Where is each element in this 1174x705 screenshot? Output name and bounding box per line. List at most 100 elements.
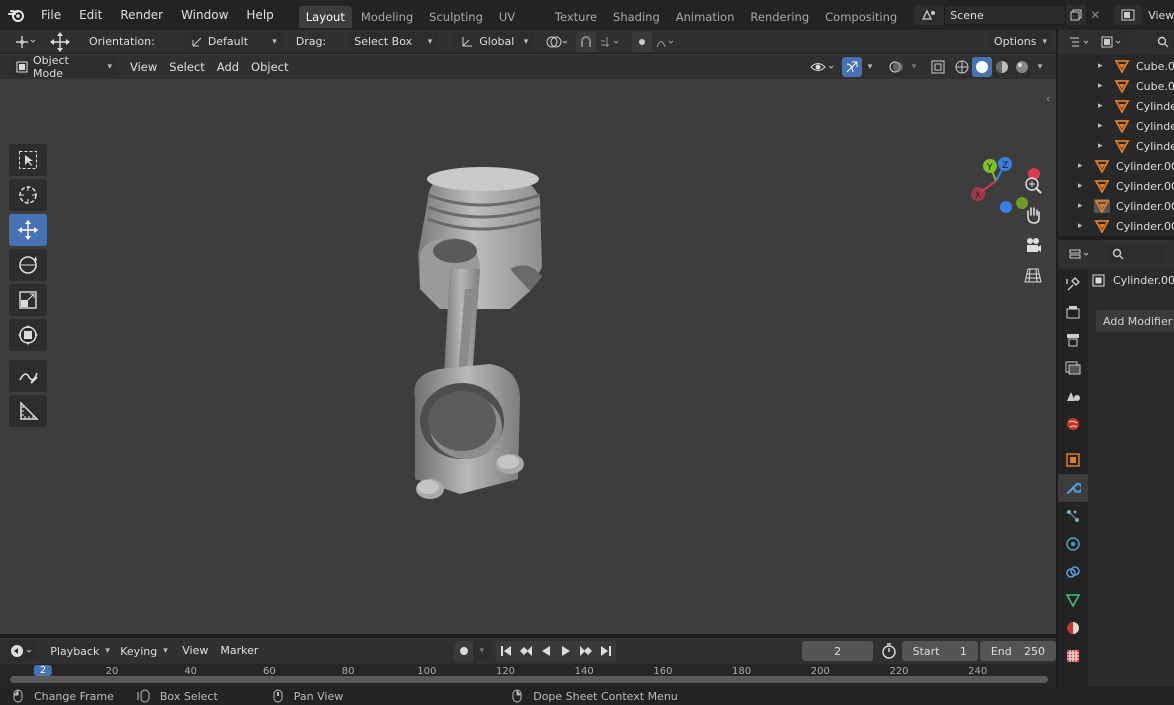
editor-type-icon[interactable]: [1066, 32, 1096, 52]
pivot-point-icon[interactable]: [544, 32, 572, 52]
material-properties-icon[interactable]: [1058, 614, 1088, 642]
play-reverse-icon[interactable]: [536, 641, 557, 661]
tab-shading[interactable]: Shading: [606, 6, 667, 28]
expand-arrow-icon[interactable]: ▸: [1098, 121, 1114, 131]
rendered-shading-icon[interactable]: [1012, 57, 1032, 77]
scene-properties-icon[interactable]: [1058, 382, 1088, 410]
jump-keyframe-forward-icon[interactable]: [576, 641, 597, 661]
tab-compositing[interactable]: Compositing: [818, 6, 904, 28]
new-scene-icon[interactable]: [1066, 5, 1087, 25]
visibility-eye-icon[interactable]: [808, 57, 838, 77]
tab-sculpting[interactable]: Sculpting: [422, 6, 490, 28]
display-mode-icon[interactable]: [1098, 32, 1128, 52]
expand-arrow-icon[interactable]: ▸: [1098, 141, 1114, 151]
output-properties-icon[interactable]: [1058, 326, 1088, 354]
jump-end-icon[interactable]: [596, 641, 617, 661]
pan-hand-icon[interactable]: [1020, 202, 1046, 228]
jump-start-icon[interactable]: [496, 641, 517, 661]
expand-arrow-icon[interactable]: ▸: [1078, 181, 1094, 191]
snap-target-icon[interactable]: [598, 32, 622, 52]
properties-editor-type-icon[interactable]: [1066, 244, 1096, 264]
keying-dropdown[interactable]: Keying ▾: [114, 641, 172, 661]
preview-range-icon[interactable]: [879, 641, 900, 661]
outliner-item[interactable]: ▸ Cylinder: [1098, 116, 1174, 136]
timeline-scrollbar[interactable]: [10, 676, 1048, 683]
timeline-editor-type-icon[interactable]: [8, 641, 39, 661]
properties-search-icon[interactable]: [1106, 244, 1166, 264]
annotate-tool-icon[interactable]: [9, 360, 47, 392]
keying-set-dropdown-icon[interactable]: ▾: [473, 641, 491, 661]
measure-tool-icon[interactable]: [9, 395, 47, 427]
tab-uv-editing[interactable]: UV Editing: [492, 6, 546, 46]
orientation-dropdown[interactable]: Default ▾: [184, 31, 283, 52]
view-layer-icon[interactable]: [1114, 5, 1143, 25]
expand-arrow-icon[interactable]: ▸: [1098, 101, 1114, 111]
transform-tool-icon[interactable]: [10, 32, 40, 52]
outliner-item[interactable]: ▸ Cylinder.00: [1078, 216, 1174, 236]
expand-arrow-icon[interactable]: ▸: [1078, 161, 1094, 171]
start-frame-field[interactable]: Start 1: [901, 641, 978, 661]
expand-arrow-icon[interactable]: ▸: [1078, 221, 1094, 231]
outliner-item[interactable]: ▸ Cylinder.00: [1078, 196, 1174, 216]
cursor-tool-icon[interactable]: [9, 179, 47, 211]
playhead-frame-indicator[interactable]: 2: [33, 665, 53, 676]
menu-help[interactable]: Help: [237, 4, 282, 26]
menu-window[interactable]: Window: [172, 4, 237, 26]
solid-shading-icon[interactable]: [972, 57, 992, 77]
viewport-menu-add[interactable]: Add: [211, 56, 245, 78]
timeline-ruler[interactable]: 2 20 40 60 80 100 120 140 160 180 200 220 240: [0, 664, 1056, 687]
end-frame-field[interactable]: End 250: [979, 641, 1056, 661]
tab-rendering[interactable]: Rendering: [743, 6, 816, 28]
viewport-menu-view[interactable]: View: [124, 56, 163, 78]
current-frame-field[interactable]: 2: [802, 641, 873, 661]
delete-scene-icon[interactable]: ✕: [1086, 5, 1104, 25]
3d-viewport[interactable]: X Y Z ‹: [0, 54, 1056, 634]
outliner-item[interactable]: ▸ Cylinder.00: [1078, 156, 1174, 176]
render-properties-icon[interactable]: [1058, 298, 1088, 326]
physics-properties-icon[interactable]: [1058, 530, 1088, 558]
outliner-item[interactable]: ▸ Cube.00: [1098, 76, 1174, 96]
view-layer-properties-icon[interactable]: [1058, 354, 1088, 382]
outliner-item[interactable]: ▸ Cylinder: [1098, 96, 1174, 116]
viewport-menu-select[interactable]: Select: [163, 56, 210, 78]
falloff-icon[interactable]: [654, 32, 678, 52]
outliner-item[interactable]: ▸ Cylinder.00: [1078, 176, 1174, 196]
menu-file[interactable]: File: [32, 4, 70, 26]
viewport-menu-object[interactable]: Object: [245, 56, 294, 78]
scene-selector-icon[interactable]: [914, 5, 945, 25]
shading-dropdown-icon[interactable]: ▾: [1032, 57, 1048, 77]
tool-properties-icon[interactable]: [1058, 270, 1088, 298]
playback-dropdown[interactable]: Playback ▾: [44, 641, 112, 661]
camera-view-icon[interactable]: [1020, 232, 1046, 258]
xray-icon[interactable]: [928, 57, 948, 77]
timeline-menu-view[interactable]: View: [176, 640, 214, 662]
blender-logo-icon[interactable]: [8, 4, 26, 26]
rotate-tool-icon[interactable]: [9, 249, 47, 281]
menu-edit[interactable]: Edit: [70, 4, 111, 26]
expand-arrow-icon[interactable]: ▸: [1078, 201, 1094, 211]
proportional-edit-icon[interactable]: [632, 31, 653, 52]
texture-properties-icon[interactable]: [1058, 642, 1088, 670]
overlay-icon[interactable]: [886, 57, 906, 77]
expand-arrow-icon[interactable]: ▸: [1098, 61, 1114, 71]
expand-arrow-icon[interactable]: ▸: [1098, 81, 1114, 91]
move-tool-icon[interactable]: [9, 214, 47, 246]
select-box-tool-icon[interactable]: [9, 144, 47, 176]
view-layer-label[interactable]: View Layer: [1148, 9, 1174, 22]
tab-modeling[interactable]: Modeling: [354, 6, 420, 28]
auto-keying-icon[interactable]: [454, 641, 474, 661]
snap-icon[interactable]: [576, 31, 597, 52]
tab-texture-paint[interactable]: Texture Paint: [548, 6, 604, 46]
piston-model[interactable]: [380, 159, 570, 519]
material-shading-icon[interactable]: [992, 57, 1012, 77]
jump-keyframe-back-icon[interactable]: [516, 641, 537, 661]
transform-orientation-dropdown[interactable]: Global ▾: [454, 31, 535, 52]
gizmo-toggle-icon[interactable]: [842, 57, 862, 77]
add-modifier-button[interactable]: Add Modifier: [1096, 310, 1174, 332]
sidebar-toggle-icon[interactable]: ‹: [1046, 94, 1050, 105]
options-dropdown[interactable]: Options ▾: [988, 31, 1050, 52]
mode-dropdown[interactable]: Object Mode ▾: [10, 54, 118, 80]
zoom-icon[interactable]: [1020, 172, 1046, 198]
play-icon[interactable]: [556, 641, 577, 661]
gizmo-dropdown-icon[interactable]: ▾: [862, 57, 878, 77]
